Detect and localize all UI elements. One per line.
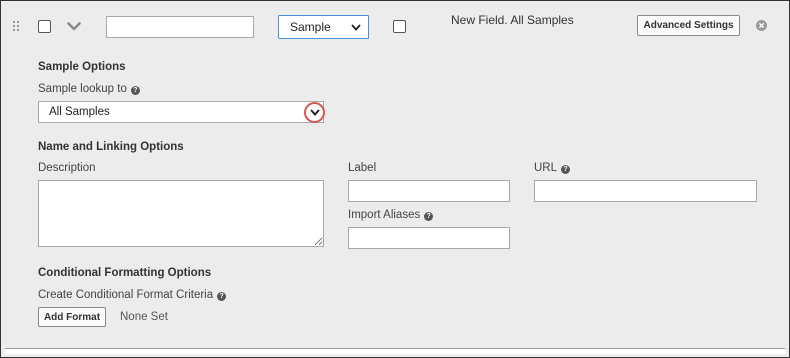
help-icon[interactable]: ? [130, 86, 140, 95]
drag-handle-icon[interactable] [13, 21, 21, 33]
sample-options-heading: Sample Options [38, 61, 126, 73]
name-linking-heading: Name and Linking Options [38, 141, 184, 153]
sample-lookup-label: Sample lookup to [38, 83, 127, 95]
help-icon[interactable]: ? [561, 165, 571, 174]
required-checkbox[interactable] [393, 20, 406, 33]
description-textarea[interactable] [38, 180, 324, 247]
data-type-select-value: Sample [290, 20, 331, 34]
conditional-formatting-heading: Conditional Formatting Options [38, 267, 212, 279]
url-label: URL [534, 162, 558, 174]
chevron-down-icon [310, 109, 320, 116]
chevron-down-icon[interactable] [67, 22, 81, 31]
sample-lookup-value: All Samples [49, 106, 110, 118]
url-input[interactable] [534, 180, 757, 202]
field-summary-title: New Field. All Samples [451, 13, 574, 27]
chevron-down-icon [351, 24, 361, 31]
help-icon[interactable]: ? [217, 292, 227, 301]
field-name-input[interactable] [106, 16, 254, 38]
sample-lookup-select[interactable]: All Samples [38, 101, 324, 123]
label-field-label: Label [348, 162, 377, 174]
data-type-select[interactable]: Sample [278, 15, 369, 39]
sample-lookup-label-row: Sample lookup to? [38, 83, 140, 95]
field-editor-panel: Sample New Field. All Samples Advanced S… [0, 0, 790, 358]
description-label: Description [38, 162, 96, 174]
panel-bottom-divider [5, 348, 785, 354]
import-aliases-label-row: Import Aliases? [348, 209, 434, 221]
advanced-settings-button[interactable]: Advanced Settings [637, 15, 740, 36]
import-aliases-input[interactable] [348, 227, 510, 249]
url-label-row: URL? [534, 162, 571, 174]
close-circle-icon[interactable] [756, 20, 767, 31]
sample-lookup-dropdown-toggle[interactable] [304, 102, 325, 123]
add-format-button[interactable]: Add Format [38, 307, 106, 327]
label-input[interactable] [348, 180, 510, 202]
conditional-criteria-label-row: Create Conditional Format Criteria? [38, 289, 227, 301]
import-aliases-label: Import Aliases [348, 209, 421, 221]
none-set-text: None Set [120, 311, 168, 323]
conditional-criteria-label: Create Conditional Format Criteria [38, 289, 214, 301]
help-icon[interactable]: ? [424, 212, 434, 221]
field-select-checkbox[interactable] [38, 20, 51, 33]
